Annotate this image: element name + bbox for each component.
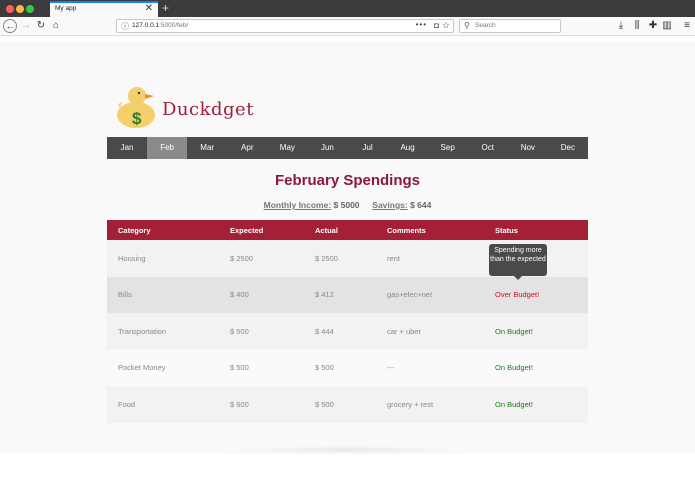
budget-summary: Monthly Income: $ 5000 Savings: $ 644 xyxy=(107,200,588,210)
extensions-icon[interactable]: ✚ xyxy=(646,19,660,33)
app-logo-text[interactable]: Duckdget xyxy=(162,99,254,120)
maximize-window-button[interactable] xyxy=(26,4,34,13)
tab-title: My app xyxy=(55,5,77,12)
header-comments: Comments xyxy=(387,225,426,235)
tab-sep[interactable]: Sep xyxy=(428,137,468,159)
search-icon: ⚲ xyxy=(464,21,470,30)
library-icon[interactable]: ⫼ xyxy=(630,19,644,33)
header-category: Category xyxy=(118,225,151,235)
tab-apr[interactable]: Apr xyxy=(227,137,267,159)
logo-dollar: $ xyxy=(132,109,142,128)
cell-actual: $ 444 xyxy=(315,326,334,336)
tab-jan[interactable]: Jan xyxy=(107,137,147,159)
cell-category: Transportation xyxy=(118,326,167,336)
cell-actual: $ 412 xyxy=(315,290,334,300)
status-tooltip: Spending more than the expected xyxy=(489,244,547,280)
bookmark-star-icon[interactable]: ☆ xyxy=(442,20,450,31)
cell-category: Bills xyxy=(118,290,132,300)
cell-status: On Budget! xyxy=(495,399,533,409)
table-row[interactable]: Bills $ 400 $ 412 gas+elec+net Over Budg… xyxy=(107,276,588,314)
header-status: Status xyxy=(495,225,518,235)
cell-status[interactable]: Over Budget! xyxy=(495,277,539,314)
duck-logo-icon: $ xyxy=(117,87,155,128)
download-icon[interactable]: ⤓ xyxy=(614,19,628,33)
cell-actual: $ 500 xyxy=(315,399,334,409)
tab-dec[interactable]: Dec xyxy=(548,137,588,159)
tab-feb[interactable]: Feb xyxy=(147,137,188,159)
cell-comments: car + uber xyxy=(387,326,421,336)
table-row[interactable]: Food $ 600 $ 500 grocery + rest On Budge… xyxy=(107,386,588,423)
tab-may[interactable]: May xyxy=(267,137,307,159)
menu-icon[interactable]: ≡ xyxy=(680,19,694,33)
savings-label[interactable]: Savings: xyxy=(372,200,407,210)
cell-comments: gas+elec+net xyxy=(387,290,433,300)
pocket-icon[interactable]: ◘ xyxy=(434,21,439,30)
cell-comments: grocery + rest xyxy=(387,399,434,409)
home-icon[interactable]: ⌂ xyxy=(49,19,63,33)
minimize-window-button[interactable] xyxy=(16,4,24,13)
search-bar[interactable]: ⚲ Search xyxy=(459,19,561,33)
cell-status: On Budget! xyxy=(495,363,533,373)
cell-expected: $ 600 xyxy=(230,399,249,409)
page-actions-icon[interactable]: ••• xyxy=(416,20,427,29)
header-expected: Expected xyxy=(230,225,264,235)
tab-nov[interactable]: Nov xyxy=(508,137,548,159)
url-text[interactable]: 127.0.0.1:5000/feb/ xyxy=(132,22,188,29)
info-icon[interactable]: ⓘ xyxy=(121,21,129,32)
cell-actual: $ 500 xyxy=(315,363,334,373)
header-actual: Actual xyxy=(315,225,338,235)
savings-value: $ 644 xyxy=(410,200,432,210)
cell-expected: $ 400 xyxy=(230,290,249,300)
cell-comments: --- xyxy=(387,363,395,373)
url-host: 127.0.0.1 xyxy=(132,22,160,29)
back-icon[interactable]: ← xyxy=(3,19,17,33)
month-nav: Jan Feb Mar Apr May Jun Jul Aug Sep Oct … xyxy=(107,137,588,159)
search-input[interactable]: Search xyxy=(475,22,496,29)
tab-jul[interactable]: Jul xyxy=(347,137,387,159)
new-tab-button[interactable]: + xyxy=(162,0,169,17)
browser-tab[interactable]: My app ✕ xyxy=(50,1,158,17)
tab-close-icon[interactable]: ✕ xyxy=(145,3,153,15)
cell-category: Food xyxy=(118,399,136,409)
address-bar[interactable]: ⓘ 127.0.0.1:5000/feb/ ••• ◘ ☆ xyxy=(116,19,454,33)
url-path: :5000/feb/ xyxy=(159,22,189,29)
sidebar-icon[interactable]: ▥ xyxy=(660,19,674,33)
tab-jun[interactable]: Jun xyxy=(307,137,347,159)
cell-category: Housing xyxy=(118,253,146,263)
navigation-bar: ← → ↻ ⌂ ⓘ 127.0.0.1:5000/feb/ ••• ◘ ☆ ⚲ … xyxy=(0,17,695,36)
page-footer-shadow xyxy=(230,446,460,454)
cell-status: On Budget! xyxy=(495,326,533,336)
forward-icon[interactable]: → xyxy=(19,19,33,33)
table-row[interactable]: Pocket Money $ 500 $ 500 --- On Budget! xyxy=(107,349,588,386)
table-header: Category Expected Actual Comments Status xyxy=(107,220,588,240)
close-window-button[interactable] xyxy=(6,4,14,13)
page-title: February Spendings xyxy=(274,172,421,189)
tab-aug[interactable]: Aug xyxy=(388,137,428,159)
title-bar: My app ✕ + xyxy=(0,0,695,17)
tab-oct[interactable]: Oct xyxy=(468,137,508,159)
income-label[interactable]: Monthly Income: xyxy=(264,200,332,210)
cell-expected: $ 2500 xyxy=(230,253,253,263)
reload-icon[interactable]: ↻ xyxy=(34,19,48,33)
tab-mar[interactable]: Mar xyxy=(187,137,227,159)
cell-comments: rent xyxy=(387,253,400,263)
cell-actual: $ 2500 xyxy=(315,253,338,263)
cell-expected: $ 500 xyxy=(230,326,249,336)
cell-expected: $ 500 xyxy=(230,363,249,373)
cell-category: Pocket Money xyxy=(118,363,166,373)
table-row[interactable]: Transportation $ 500 $ 444 car + uber On… xyxy=(107,313,588,350)
income-value: $ 5000 xyxy=(333,200,360,210)
